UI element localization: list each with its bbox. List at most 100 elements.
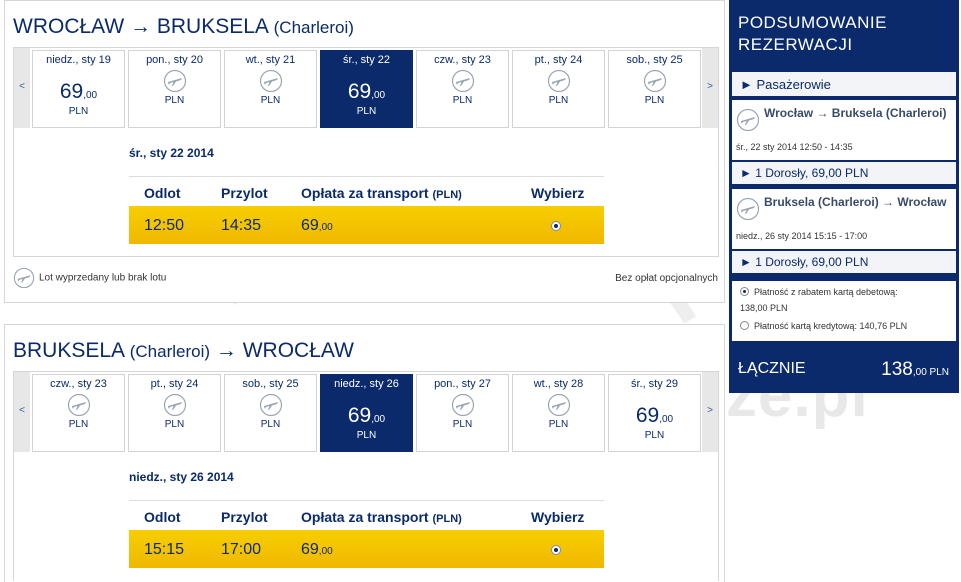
day-label: wt., sty 21	[245, 54, 296, 66]
passengers-toggle[interactable]: ► Pasażerowie	[732, 72, 956, 96]
outbound-date-heading: śr., sty 22 2014	[129, 146, 214, 160]
fare-price: 69,00	[301, 217, 333, 234]
day-label: niedz., sty 19	[46, 54, 111, 66]
outbound-flight-row[interactable]: 12:50 14:35 69,00	[129, 206, 604, 244]
day-cell[interactable]: niedz., sty 19 69,00 PLN	[32, 50, 125, 128]
payment-options: Płatność z rabatem kartą debetową: 138,0…	[732, 281, 956, 341]
outbound-calendar-box: < niedz., sty 19 69,00 PLN pon., sty 20 PLN w…	[13, 47, 719, 257]
plane-unavailable-icon	[163, 69, 186, 93]
day-label: śr., sty 29	[630, 378, 679, 390]
day-cell[interactable]: śr., sty 22 69,00 PLN	[320, 50, 413, 128]
day-label: sob., sty 25	[626, 54, 683, 66]
day-currency: PLN	[164, 419, 185, 430]
day-currency: PLN	[452, 419, 473, 430]
day-currency: PLN	[260, 419, 281, 430]
inbound-day-strip: czw., sty 23 PLN pt., sty 24 PLN sob., sty 2…	[32, 374, 702, 452]
fare-header: Opłata za transport (PLN)	[301, 509, 462, 525]
outbound-day-strip: niedz., sty 19 69,00 PLN pon., sty 20 PLN wt.…	[32, 50, 702, 128]
fare-header: Opłata za transport (PLN)	[301, 185, 462, 201]
inbound-route-title: BRUKSELA (Charleroi) → WROCŁAW	[13, 339, 354, 362]
plane-unavailable-icon	[259, 393, 282, 417]
summary-segment-outbound: Wrocław → Bruksela (Charleroi) śr., 22 s…	[732, 100, 956, 160]
day-price: 69,00	[59, 80, 98, 103]
adult-fare-toggle[interactable]: ► 1 Dorosły, 69,00 PLN	[732, 251, 956, 273]
no-optional-fees-link[interactable]: Bez opłat opcjonalnych	[615, 273, 718, 284]
day-label: sob., sty 25	[242, 378, 299, 390]
plane-unavailable-icon	[547, 393, 570, 417]
day-currency: PLN	[548, 419, 569, 430]
day-cell[interactable]: wt., sty 21 PLN	[224, 50, 317, 128]
day-price: 69,00	[347, 80, 386, 103]
day-cell[interactable]: czw., sty 23 PLN	[32, 374, 125, 452]
plane-unavailable-icon	[163, 393, 186, 417]
day-cell[interactable]: wt., sty 28 PLN	[512, 374, 605, 452]
day-currency: PLN	[548, 95, 569, 106]
day-cell[interactable]: niedz., sty 26 69,00 PLN	[320, 374, 413, 452]
day-label: niedz., sty 26	[334, 378, 399, 390]
dep-header: Odlot	[144, 185, 181, 201]
pay-debit-amount: 138,00 PLN	[740, 303, 788, 313]
plane-unavailable-icon	[643, 69, 666, 93]
day-cell[interactable]: sob., sty 25 PLN	[224, 374, 317, 452]
day-price: 69,00	[635, 404, 674, 427]
outbound-panel: WROCŁAW → BRUKSELA (Charleroi) < niedz.,…	[4, 0, 725, 303]
day-label: wt., sty 28	[533, 378, 584, 390]
dep-time: 12:50	[144, 217, 185, 234]
inbound-prev-button[interactable]: <	[14, 372, 30, 452]
plane-unavailable-icon	[451, 393, 474, 417]
pay-credit-option[interactable]: Płatność kartą kredytową: 140,76 PLN	[740, 321, 907, 331]
day-label: pt., sty 24	[534, 54, 583, 66]
pay-debit-option[interactable]: Płatność z rabatem kartą debetową:	[740, 287, 898, 297]
flight-table-header: Odlot Przylot Opłata za transport (PLN) …	[129, 176, 604, 206]
inbound-next-button[interactable]: >	[702, 372, 718, 452]
plane-unavailable-icon	[259, 69, 282, 93]
inbound-flight-table: Odlot Przylot Opłata za transport (PLN) …	[129, 500, 604, 568]
select-flight-radio[interactable]	[551, 545, 561, 555]
fare-price: 69,00	[301, 541, 333, 558]
day-cell[interactable]: śr., sty 29 69,00 PLN	[608, 374, 701, 452]
day-currency: PLN	[644, 95, 665, 106]
day-cell[interactable]: czw., sty 23 PLN	[416, 50, 509, 128]
flight-table-header: Odlot Przylot Opłata za transport (PLN) …	[129, 500, 604, 530]
segment-route: Wrocław → Bruksela (Charleroi)	[764, 106, 947, 120]
summary-segment-inbound: Bruksela (Charleroi) → Wrocław niedz., 2…	[732, 189, 956, 249]
day-label: pon., sty 27	[434, 378, 491, 390]
day-label: śr., sty 22	[342, 54, 391, 66]
outbound-prev-button[interactable]: <	[14, 48, 30, 128]
segment-datetime: niedz., 26 sty 2014 15:15 - 17:00	[736, 231, 868, 241]
pay-debit-radio[interactable]	[740, 287, 749, 296]
day-currency: PLN	[356, 106, 377, 117]
inbound-calendar-box: < czw., sty 23 PLN pt., sty 24 PLN sob., sty…	[13, 371, 719, 581]
dep-time: 15:15	[144, 541, 185, 558]
arr-time: 17:00	[221, 541, 262, 558]
day-cell[interactable]: pon., sty 27 PLN	[416, 374, 509, 452]
day-label: pt., sty 24	[150, 378, 199, 390]
total-value: 138,00 PLN	[881, 359, 949, 380]
inbound-flight-row[interactable]: 15:15 17:00 69,00	[129, 530, 604, 568]
plane-icon	[736, 197, 760, 221]
inbound-panel: BRUKSELA (Charleroi) → WROCŁAW < czw., s…	[4, 324, 725, 582]
day-cell[interactable]: pon., sty 20 PLN	[128, 50, 221, 128]
select-flight-radio[interactable]	[551, 221, 561, 231]
adult-fare-toggle[interactable]: ► 1 Dorosły, 69,00 PLN	[732, 162, 956, 184]
outbound-route-title: WROCŁAW → BRUKSELA (Charleroi)	[13, 15, 354, 38]
day-cell[interactable]: sob., sty 25 PLN	[608, 50, 701, 128]
day-price: 69,00	[347, 404, 386, 427]
day-currency: PLN	[356, 430, 377, 441]
pay-credit-radio[interactable]	[740, 321, 749, 330]
summary-title: PODSUMOWANIE REZERWACJI	[738, 13, 887, 54]
day-currency: PLN	[164, 95, 185, 106]
day-label: czw., sty 23	[50, 378, 107, 390]
day-cell[interactable]: pt., sty 24 PLN	[512, 50, 605, 128]
booking-summary: PODSUMOWANIE REZERWACJI ► Pasażerowie Wr…	[729, 0, 959, 393]
select-header: Wybierz	[531, 185, 585, 201]
day-currency: PLN	[644, 430, 665, 441]
segment-datetime: śr., 22 sty 2014 12:50 - 14:35	[736, 142, 853, 152]
outbound-flight-table: Odlot Przylot Opłata za transport (PLN) …	[129, 176, 604, 244]
day-cell[interactable]: pt., sty 24 PLN	[128, 374, 221, 452]
segment-route: Bruksela (Charleroi) → Wrocław	[764, 195, 947, 209]
outbound-next-button[interactable]: >	[702, 48, 718, 128]
day-currency: PLN	[68, 419, 89, 430]
arr-time: 14:35	[221, 217, 262, 234]
plane-unavailable-icon	[67, 393, 90, 417]
